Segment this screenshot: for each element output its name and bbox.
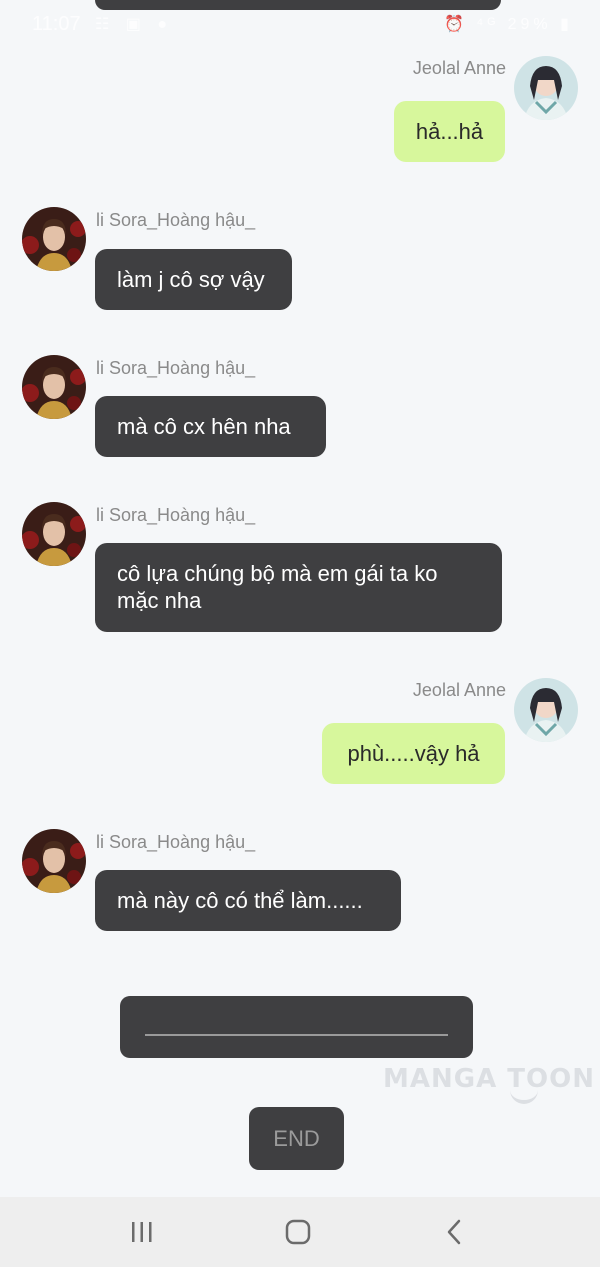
message-bubble: mà này cô có thể làm...... xyxy=(95,870,401,931)
sender-name: li Sora_Hoàng hậu_ xyxy=(96,210,256,230)
watermark-smile-icon xyxy=(510,1090,538,1104)
blank-answer-box[interactable] xyxy=(120,996,473,1058)
sender-name: Jeolal Anne xyxy=(412,58,506,78)
back-icon[interactable] xyxy=(434,1215,474,1249)
avatar[interactable] xyxy=(22,355,86,419)
message-bubble: hả...hả xyxy=(394,101,505,162)
message-bubble: làm j cô sợ vậy xyxy=(95,249,292,310)
sender-name: li Sora_Hoàng hậu_ xyxy=(96,505,256,525)
avatar[interactable] xyxy=(22,829,86,893)
notification-icons: ☷ ▣ ● xyxy=(95,16,174,33)
sender-name: li Sora_Hoàng hậu_ xyxy=(96,358,256,378)
previous-message-bubble xyxy=(95,0,501,10)
avatar-jeolal-anne-icon xyxy=(514,56,578,120)
navigation-bar xyxy=(0,1197,600,1267)
avatar[interactable] xyxy=(22,502,86,566)
message-bubble: mà cô cx hên nha xyxy=(95,396,326,457)
status-time: 11:07 xyxy=(32,13,81,35)
avatar-sora-icon xyxy=(22,829,86,893)
watermark-logo: MANGA TOON xyxy=(383,1064,595,1094)
message-bubble: cô lựa chúng bộ mà em gái ta ko mặc nha xyxy=(95,543,502,632)
recents-icon[interactable] xyxy=(122,1215,162,1249)
system-status-icons: ⏰ ⁴ᴳ 29% ▮ xyxy=(444,16,573,33)
avatar-sora-icon xyxy=(22,207,86,271)
blank-underline xyxy=(145,1034,448,1036)
status-bar: 11:07 ☷ ▣ ● ⏰ ⁴ᴳ 29% ▮ xyxy=(0,0,600,46)
avatar[interactable] xyxy=(22,207,86,271)
end-button[interactable]: END xyxy=(249,1107,344,1170)
sender-name: Jeolal Anne xyxy=(412,680,506,700)
sender-name: li Sora_Hoàng hậu_ xyxy=(96,832,256,852)
home-icon[interactable] xyxy=(278,1215,318,1249)
avatar-sora-icon xyxy=(22,355,86,419)
message-bubble: phù.....vậy hả xyxy=(322,723,505,784)
avatar[interactable] xyxy=(514,56,578,120)
avatar-jeolal-anne-icon xyxy=(514,678,578,742)
avatar-sora-icon xyxy=(22,502,86,566)
avatar[interactable] xyxy=(514,678,578,742)
